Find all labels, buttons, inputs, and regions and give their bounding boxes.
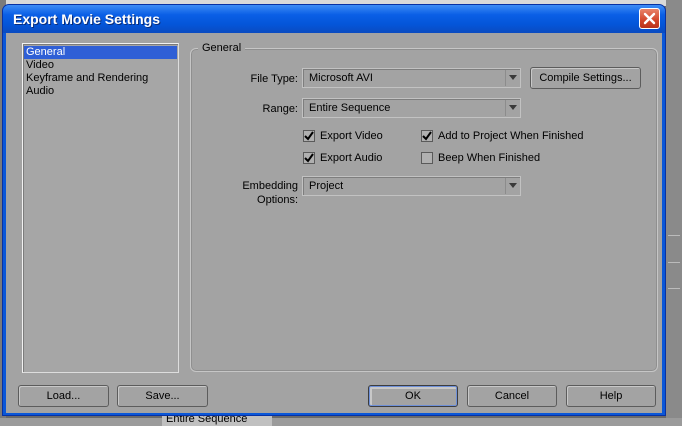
load-button[interactable]: Load... bbox=[18, 385, 109, 407]
category-item-keyframe-rendering[interactable]: Keyframe and Rendering bbox=[24, 72, 177, 85]
chevron-down-icon[interactable] bbox=[505, 70, 519, 86]
checkmark-icon bbox=[303, 152, 315, 164]
save-button[interactable]: Save... bbox=[117, 385, 208, 407]
embedding-options-dropdown[interactable]: Project bbox=[302, 176, 521, 196]
general-group-title: General bbox=[198, 41, 246, 55]
close-button[interactable] bbox=[639, 8, 660, 29]
file-type-label: File Type: bbox=[250, 73, 299, 85]
category-list[interactable]: General Video Keyframe and Rendering Aud… bbox=[22, 43, 179, 373]
category-item-audio[interactable]: Audio bbox=[24, 85, 177, 98]
checkmark-icon bbox=[421, 130, 433, 142]
close-icon bbox=[643, 12, 656, 25]
range-label: Range: bbox=[262, 103, 298, 115]
compile-settings-button[interactable]: Compile Settings... bbox=[530, 67, 641, 89]
cancel-button[interactable]: Cancel bbox=[467, 385, 557, 407]
category-item-general[interactable]: General bbox=[24, 46, 177, 59]
file-type-dropdown[interactable]: Microsoft AVI bbox=[302, 68, 521, 88]
range-dropdown[interactable]: Entire Sequence bbox=[302, 98, 521, 118]
ok-button[interactable]: OK bbox=[368, 385, 458, 407]
range-value: Entire Sequence bbox=[309, 102, 391, 114]
help-button[interactable]: Help bbox=[566, 385, 656, 407]
chevron-down-icon[interactable] bbox=[505, 178, 519, 194]
export-audio-label: Export Audio bbox=[320, 151, 383, 164]
checkmark-icon bbox=[303, 130, 315, 142]
add-to-project-checkbox[interactable]: Add to Project When Finished bbox=[421, 128, 584, 144]
general-group-box bbox=[190, 48, 658, 372]
beep-when-finished-label: Beep When Finished bbox=[438, 151, 541, 164]
background-right-panel bbox=[666, 0, 682, 426]
add-to-project-label: Add to Project When Finished bbox=[438, 129, 584, 142]
embedding-options-value: Project bbox=[309, 180, 344, 192]
export-audio-checkbox[interactable]: Export Audio bbox=[303, 150, 382, 166]
background-bottom-strip bbox=[0, 418, 682, 426]
chevron-down-icon[interactable] bbox=[505, 100, 519, 116]
category-item-video[interactable]: Video bbox=[24, 59, 177, 72]
embedding-options-label: Embedding Options: bbox=[242, 180, 298, 206]
export-video-checkbox[interactable]: Export Video bbox=[303, 128, 383, 144]
title-bar[interactable]: Export Movie Settings bbox=[3, 5, 665, 33]
export-movie-settings-dialog: Export Movie Settings General Video Keyf… bbox=[2, 4, 666, 416]
file-type-value: Microsoft AVI bbox=[309, 72, 373, 84]
export-video-label: Export Video bbox=[320, 129, 383, 142]
empty-checkbox-icon bbox=[421, 152, 433, 164]
beep-when-finished-checkbox[interactable]: Beep When Finished bbox=[421, 150, 540, 166]
dialog-title: Export Movie Settings bbox=[13, 11, 161, 27]
dialog-client-area: General Video Keyframe and Rendering Aud… bbox=[6, 33, 662, 413]
